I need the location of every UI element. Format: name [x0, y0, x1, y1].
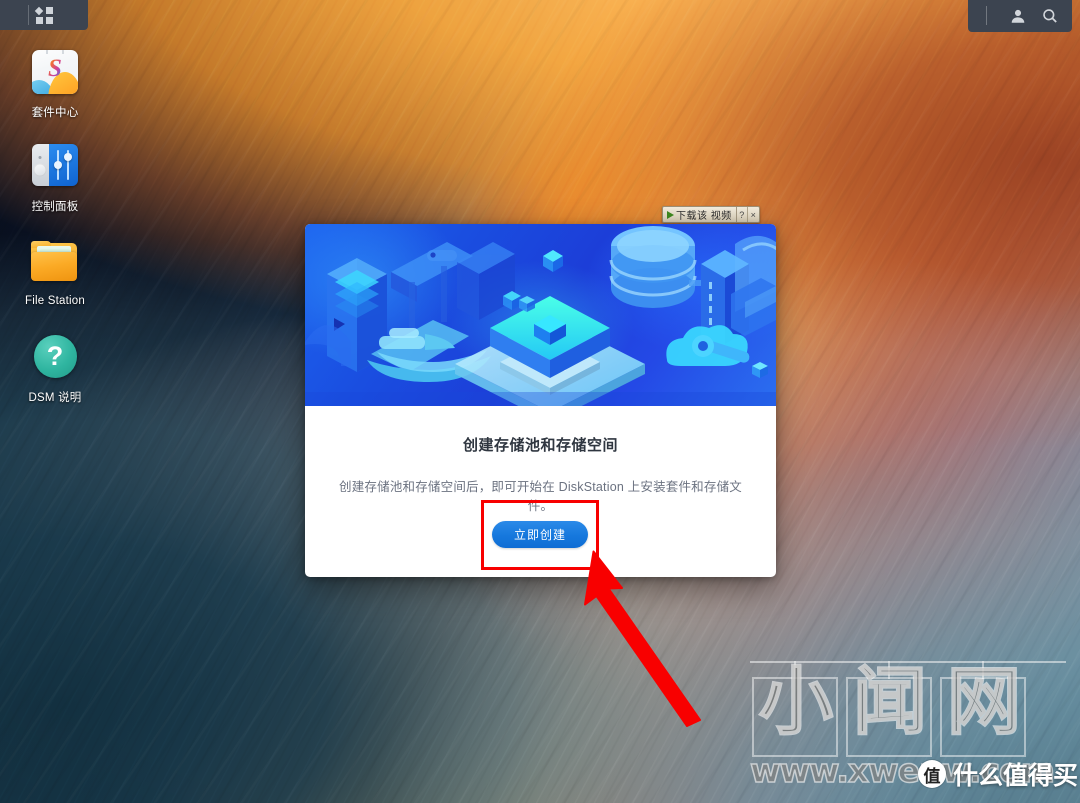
create-now-button[interactable]: 立即创建 — [492, 521, 588, 548]
taskbar-divider — [28, 5, 29, 25]
help-question-icon: ? — [31, 335, 79, 383]
folder-icon — [31, 241, 79, 289]
page-title: 创建存储池和存储空间 — [462, 437, 618, 454]
video-download-bar[interactable]: 下载该 视频 ? × — [662, 206, 760, 223]
isometric-storage-illustration — [305, 224, 776, 406]
video-download-close-button[interactable]: × — [748, 207, 759, 222]
sidebar-item-control-panel[interactable]: 控制面板 — [8, 141, 102, 214]
video-download-button[interactable]: 下载该 视频 — [663, 207, 737, 222]
user-icon[interactable] — [1009, 7, 1027, 25]
sidebar-item-dsm-help[interactable]: ? DSM 说明 — [8, 332, 102, 405]
desktop-icon-label: 控制面板 — [31, 201, 79, 213]
video-download-help-button[interactable]: ? — [737, 207, 748, 222]
desktop-icon-label: File Station — [25, 295, 85, 307]
taskbar-left[interactable] — [0, 0, 88, 30]
play-triangle-icon — [667, 210, 674, 219]
dialog-body: 创建存储池和存储空间 创建存储池和存储空间后，即可开始在 DiskStation… — [305, 406, 776, 514]
desktop: S 套件中心 控制面板 File Station ? DSM 说明 下载该 视频… — [0, 0, 1080, 803]
video-download-label: 下载该 视频 — [676, 211, 732, 222]
apps-grid-icon[interactable] — [34, 6, 53, 24]
desktop-icon-label: DSM 说明 — [28, 392, 82, 404]
sidebar-item-package-center[interactable]: S 套件中心 — [8, 48, 102, 120]
dialog-description: 创建存储池和存储空间后，即可开始在 DiskStation 上安装套件和存储文件… — [339, 480, 742, 513]
sidebar-item-file-station[interactable]: File Station — [8, 236, 102, 307]
package-center-icon: S — [31, 50, 79, 98]
control-panel-icon — [31, 144, 79, 192]
help-glyph: ? — [33, 335, 77, 378]
taskbar-right — [968, 0, 1072, 32]
taskbar-right-divider — [986, 6, 987, 25]
desktop-icon-label: 套件中心 — [31, 107, 79, 119]
search-icon[interactable] — [1041, 7, 1059, 25]
